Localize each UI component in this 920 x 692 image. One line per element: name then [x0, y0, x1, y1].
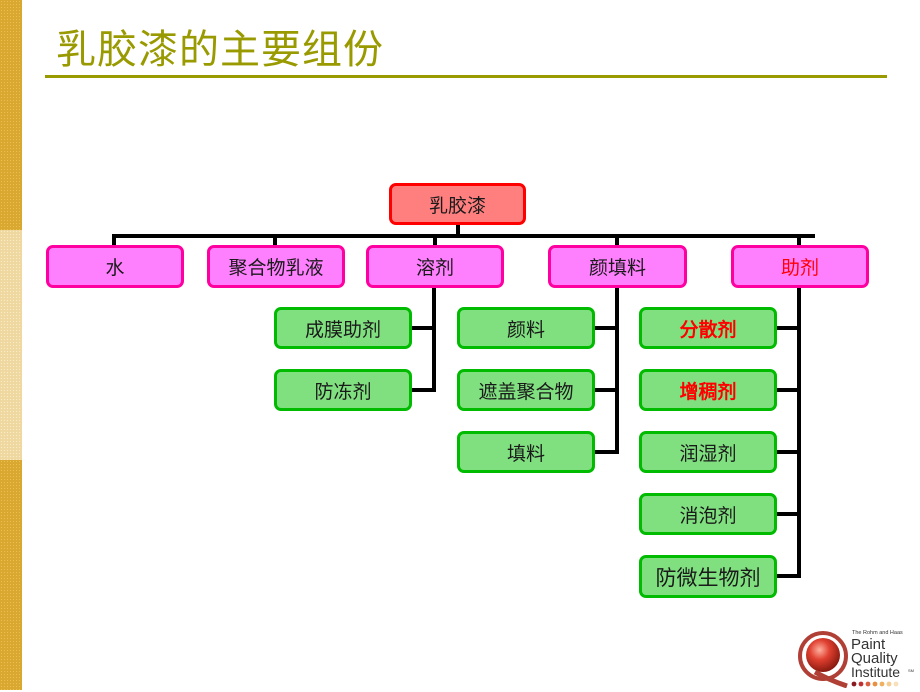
side-band-middle	[0, 230, 22, 460]
node-coalescent: 成膜助剂	[274, 307, 412, 349]
node-antifreeze: 防冻剂	[274, 369, 412, 411]
node-water: 水	[46, 245, 184, 288]
node-biocide: 防微生物剂	[639, 555, 777, 598]
side-band-top	[0, 0, 22, 230]
node-thickener: 增稠剂	[639, 369, 777, 411]
node-root-latex-paint: 乳胶漆	[389, 183, 526, 225]
connector-pigments-trunk	[615, 287, 619, 453]
connector-solvent-trunk	[432, 287, 436, 391]
svg-text:Institute: Institute	[851, 664, 900, 680]
connector-solvent-child-2	[411, 388, 436, 392]
connector-additives-child-1	[776, 326, 801, 330]
node-defoamer: 消泡剂	[639, 493, 777, 535]
node-pigments-fillers: 颜填料	[548, 245, 687, 288]
svg-text:SM: SM	[908, 668, 914, 673]
connector-bus	[112, 234, 815, 238]
node-additives: 助剂	[731, 245, 869, 288]
connector-additives-child-2	[776, 388, 801, 392]
node-solvent: 溶剂	[366, 245, 504, 288]
connector-additives-child-5	[776, 574, 801, 578]
q-sphere-logo-icon: The Rohm and Haas Paint Quality Institut…	[798, 630, 914, 689]
node-filler: 填料	[457, 431, 595, 473]
connector-additives-child-3	[776, 450, 801, 454]
slide-title: 乳胶漆的主要组份	[56, 27, 384, 73]
connector-pigments-child-2	[594, 388, 619, 392]
connector-pigments-child-1	[594, 326, 619, 330]
title-underline	[45, 75, 887, 78]
side-band-bottom	[0, 460, 22, 690]
node-wetting-agent: 润湿剂	[639, 431, 777, 473]
connector-pigments-child-3	[594, 450, 619, 454]
connector-solvent-child-1	[411, 326, 436, 330]
node-opaque-polymer: 遮盖聚合物	[457, 369, 595, 411]
node-dispersant: 分散剂	[639, 307, 777, 349]
connector-additives-trunk	[797, 287, 801, 578]
paint-quality-institute-logo: The Rohm and Haas Paint Quality Institut…	[795, 622, 917, 689]
node-polymer-emulsion: 聚合物乳液	[207, 245, 345, 288]
node-pigment: 颜料	[457, 307, 595, 349]
connector-additives-child-4	[776, 512, 801, 516]
